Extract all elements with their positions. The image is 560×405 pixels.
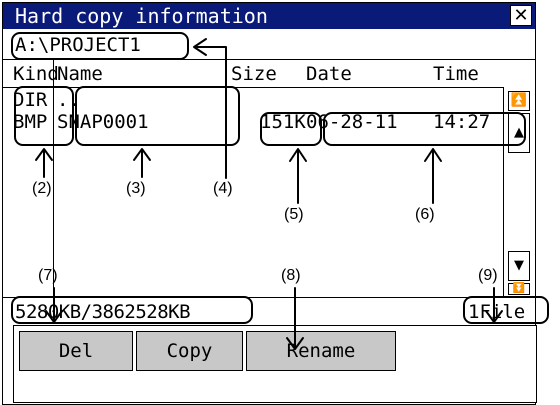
callout-arrows bbox=[35, 38, 503, 350]
arrow-4-icon bbox=[194, 46, 227, 179]
